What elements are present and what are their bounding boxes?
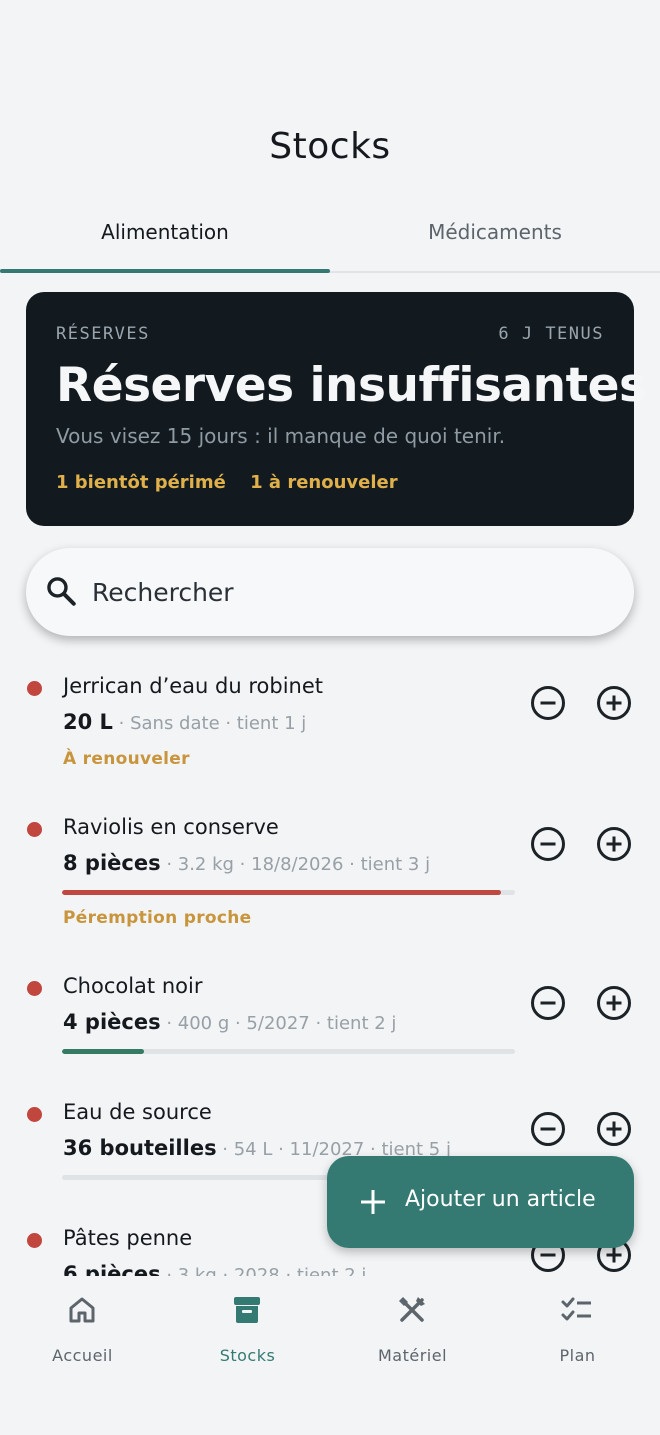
item-meta: · 400 g · 5/2027 · tient 2 j	[160, 1013, 397, 1034]
nav-item-materiel[interactable]: Matériel	[330, 1276, 495, 1386]
shelf-life-bar-fill	[62, 1049, 144, 1054]
search-bar[interactable]	[26, 548, 634, 636]
item-name: Raviolis en conserve	[63, 815, 279, 839]
tools-icon	[399, 1297, 425, 1322]
nav-item-stocks[interactable]: Stocks	[165, 1276, 330, 1386]
increment-button[interactable]	[594, 683, 634, 723]
add-item-label: Ajouter un article	[405, 1187, 596, 1212]
add-item-button[interactable]: Ajouter un article	[327, 1156, 634, 1248]
shelf-life-bar-fill	[62, 890, 502, 895]
page-title: Stocks	[269, 126, 391, 167]
status-dot	[27, 1107, 42, 1122]
tab-medicaments[interactable]: Médicaments	[330, 205, 660, 271]
nav-label: Plan	[559, 1346, 596, 1365]
status-dot	[27, 681, 42, 696]
active-tab-indicator	[0, 269, 330, 273]
summary-subtitle: Vous visez 15 jours : il manque de quoi …	[56, 424, 506, 448]
search-icon	[47, 577, 76, 606]
summary-label: RÉSERVES	[56, 324, 150, 344]
increment-button[interactable]	[594, 983, 634, 1023]
item-name: Pâtes penne	[63, 1226, 193, 1250]
item-quantity: 6 pièces · 3 kg · 2028 · tient 2 j	[63, 1262, 366, 1276]
item-meta: · 3 kg · 2028 · tient 2 j	[160, 1265, 367, 1276]
flag-expiring-soon: 1 bientôt périmé	[56, 472, 226, 493]
tab-bar: Alimentation Médicaments	[0, 205, 660, 273]
item-name: Jerrican d’eau du robinet	[63, 674, 323, 698]
item-meta: · 3.2 kg · 18/8/2026 · tient 3 j	[160, 854, 431, 875]
item-name: Eau de source	[63, 1100, 212, 1124]
nav-label: Matériel	[377, 1346, 448, 1365]
archive-icon	[234, 1297, 260, 1323]
item-quantity: 20 L · Sans date · tient 1 j	[63, 710, 306, 734]
item-qty-value: 4 pièces	[63, 1010, 161, 1034]
tab-alimentation[interactable]: Alimentation	[0, 205, 330, 271]
search-input[interactable]	[92, 570, 572, 614]
item-qty-value: 8 pièces	[63, 851, 161, 875]
nav-label: Stocks	[219, 1346, 276, 1365]
decrement-button[interactable]	[528, 1109, 568, 1149]
status-dot	[27, 981, 42, 996]
item-quantity: 4 pièces · 400 g · 5/2027 · tient 2 j	[63, 1010, 396, 1034]
home-icon	[69, 1297, 95, 1323]
item-flag: Péremption proche	[63, 908, 252, 928]
summary-heading: Réserves insuffisantes	[56, 358, 647, 413]
summary-flags: 1 bientôt périmé 1 à renouveler	[56, 472, 416, 493]
status-dot	[27, 1233, 42, 1248]
shelf-life-bar	[62, 1049, 515, 1054]
item-flag: À renouveler	[63, 749, 190, 769]
item-qty-value: 6 pièces	[63, 1262, 161, 1276]
decrement-button[interactable]	[528, 983, 568, 1023]
nav-label: Accueil	[52, 1346, 113, 1365]
decrement-button[interactable]	[528, 683, 568, 723]
reserves-summary-card: RÉSERVES 6 J TENUS Réserves insuffisante…	[26, 292, 647, 526]
nav-item-plan[interactable]: Plan	[495, 1276, 660, 1386]
item-name: Chocolat noir	[63, 974, 203, 998]
item-qty-value: 20 L	[63, 710, 113, 734]
item-quantity: 8 pièces · 3.2 kg · 18/8/2026 · tient 3 …	[63, 851, 430, 875]
increment-button[interactable]	[594, 1109, 634, 1149]
checklist-icon	[561, 1297, 591, 1321]
decrement-button[interactable]	[528, 824, 568, 864]
plus-icon	[361, 1190, 385, 1214]
nav-item-accueil[interactable]: Accueil	[0, 1276, 165, 1386]
shelf-life-bar	[62, 890, 515, 895]
bottom-navigation: Accueil Stocks Matériel Plan	[0, 1276, 660, 1435]
item-meta: · Sans date · tient 1 j	[112, 713, 307, 734]
item-qty-value: 36 bouteilles	[63, 1136, 217, 1160]
summary-days-held: 6 J TENUS	[498, 324, 604, 344]
increment-button[interactable]	[594, 824, 634, 864]
status-dot	[27, 822, 42, 837]
flag-to-renew: 1 à renouveler	[250, 472, 398, 493]
